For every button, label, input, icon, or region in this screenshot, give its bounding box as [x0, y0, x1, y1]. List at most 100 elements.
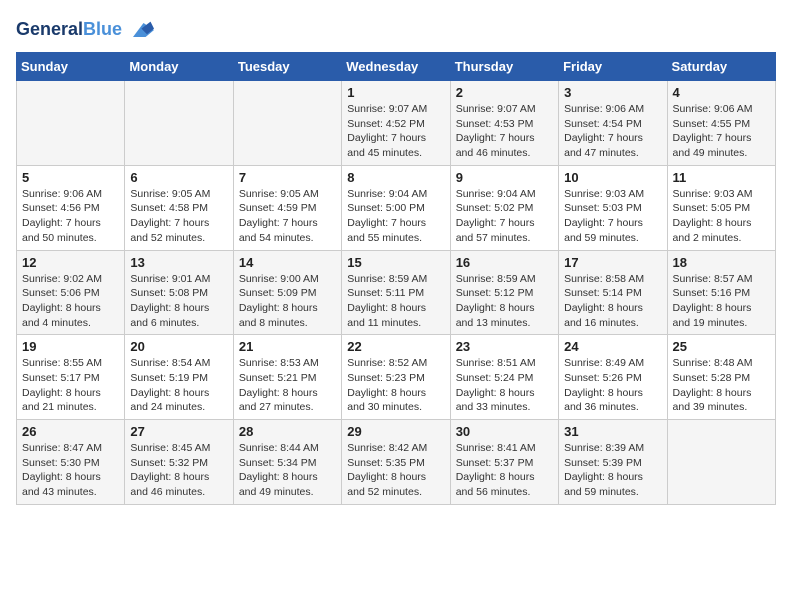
- calendar-cell: 10 Sunrise: 9:03 AM Sunset: 5:03 PM Dayli…: [559, 165, 667, 250]
- calendar-cell: 2 Sunrise: 9:07 AM Sunset: 4:53 PM Daylig…: [450, 81, 558, 166]
- calendar-cell: 11 Sunrise: 9:03 AM Sunset: 5:05 PM Dayli…: [667, 165, 775, 250]
- day-info: Sunrise: 8:55 AM Sunset: 5:17 PM Dayligh…: [22, 356, 119, 415]
- calendar-cell: 27Sunrise: 8:45 AM Sunset: 5:32 PM Dayli…: [125, 420, 233, 505]
- day-number: 16: [456, 255, 553, 270]
- day-info: Sunrise: 9:06 AM Sunset: 4:56 PM Dayligh…: [22, 187, 119, 246]
- day-info: Sunrise: 9:06 AM Sunset: 4:54 PM Dayligh…: [564, 102, 661, 161]
- calendar-cell: 8 Sunrise: 9:04 AM Sunset: 5:00 PM Daylig…: [342, 165, 450, 250]
- day-number: 29: [347, 424, 444, 439]
- calendar-cell: 5 Sunrise: 9:06 AM Sunset: 4:56 PM Daylig…: [17, 165, 125, 250]
- day-info: Sunrise: 9:02 AM Sunset: 5:06 PM Dayligh…: [22, 272, 119, 331]
- weekday-header: Tuesday: [233, 53, 341, 81]
- calendar-cell: 28 Sunrise: 8:44 AM Sunset: 5:34 PM Dayli…: [233, 420, 341, 505]
- logo-icon: [126, 16, 154, 44]
- calendar-cell: 1 Sunrise: 9:07 AM Sunset: 4:52 PM Daylig…: [342, 81, 450, 166]
- page-header: GeneralBlue: [16, 16, 776, 44]
- day-info: Sunrise: 9:03 AM Sunset: 5:05 PM Dayligh…: [673, 187, 770, 246]
- calendar-cell: 9Sunrise: 9:04 AM Sunset: 5:02 PM Daylig…: [450, 165, 558, 250]
- calendar-cell: 16 Sunrise: 8:59 AM Sunset: 5:12 PM Dayli…: [450, 250, 558, 335]
- day-info: Sunrise: 8:52 AM Sunset: 5:23 PM Dayligh…: [347, 356, 444, 415]
- day-info: Sunrise: 8:57 AM Sunset: 5:16 PM Dayligh…: [673, 272, 770, 331]
- day-info: Sunrise: 9:05 AM Sunset: 4:58 PM Dayligh…: [130, 187, 227, 246]
- weekday-header: Friday: [559, 53, 667, 81]
- calendar-cell: 14 Sunrise: 9:00 AM Sunset: 5:09 PM Dayli…: [233, 250, 341, 335]
- day-number: 7: [239, 170, 336, 185]
- calendar-cell: 12 Sunrise: 9:02 AM Sunset: 5:06 PM Dayli…: [17, 250, 125, 335]
- day-number: 4: [673, 85, 770, 100]
- logo-text: GeneralBlue: [16, 20, 122, 40]
- calendar-cell: 15Sunrise: 8:59 AM Sunset: 5:11 PM Dayli…: [342, 250, 450, 335]
- day-info: Sunrise: 9:03 AM Sunset: 5:03 PM Dayligh…: [564, 187, 661, 246]
- day-info: Sunrise: 8:45 AM Sunset: 5:32 PM Dayligh…: [130, 441, 227, 500]
- logo: GeneralBlue: [16, 16, 154, 44]
- day-number: 23: [456, 339, 553, 354]
- calendar-cell: 18 Sunrise: 8:57 AM Sunset: 5:16 PM Dayli…: [667, 250, 775, 335]
- calendar-cell: 26Sunrise: 8:47 AM Sunset: 5:30 PM Dayli…: [17, 420, 125, 505]
- day-info: Sunrise: 8:59 AM Sunset: 5:12 PM Dayligh…: [456, 272, 553, 331]
- day-info: Sunrise: 9:04 AM Sunset: 5:00 PM Dayligh…: [347, 187, 444, 246]
- day-info: Sunrise: 8:44 AM Sunset: 5:34 PM Dayligh…: [239, 441, 336, 500]
- day-info: Sunrise: 8:49 AM Sunset: 5:26 PM Dayligh…: [564, 356, 661, 415]
- calendar-cell: 7 Sunrise: 9:05 AM Sunset: 4:59 PM Daylig…: [233, 165, 341, 250]
- day-number: 20: [130, 339, 227, 354]
- day-number: 22: [347, 339, 444, 354]
- calendar-week-row: 12 Sunrise: 9:02 AM Sunset: 5:06 PM Dayli…: [17, 250, 776, 335]
- day-info: Sunrise: 9:00 AM Sunset: 5:09 PM Dayligh…: [239, 272, 336, 331]
- day-info: Sunrise: 9:04 AM Sunset: 5:02 PM Dayligh…: [456, 187, 553, 246]
- calendar-cell: 20Sunrise: 8:54 AM Sunset: 5:19 PM Dayli…: [125, 335, 233, 420]
- calendar-cell: 13 Sunrise: 9:01 AM Sunset: 5:08 PM Dayli…: [125, 250, 233, 335]
- calendar-cell: 17 Sunrise: 8:58 AM Sunset: 5:14 PM Dayli…: [559, 250, 667, 335]
- calendar-cell: 25 Sunrise: 8:48 AM Sunset: 5:28 PM Dayli…: [667, 335, 775, 420]
- calendar-cell: 21 Sunrise: 8:53 AM Sunset: 5:21 PM Dayli…: [233, 335, 341, 420]
- day-info: Sunrise: 8:39 AM Sunset: 5:39 PM Dayligh…: [564, 441, 661, 500]
- calendar-cell: [667, 420, 775, 505]
- day-info: Sunrise: 9:01 AM Sunset: 5:08 PM Dayligh…: [130, 272, 227, 331]
- calendar-week-row: 5 Sunrise: 9:06 AM Sunset: 4:56 PM Daylig…: [17, 165, 776, 250]
- day-number: 8: [347, 170, 444, 185]
- day-info: Sunrise: 8:48 AM Sunset: 5:28 PM Dayligh…: [673, 356, 770, 415]
- calendar-cell: 22 Sunrise: 8:52 AM Sunset: 5:23 PM Dayli…: [342, 335, 450, 420]
- weekday-header: Monday: [125, 53, 233, 81]
- day-number: 21: [239, 339, 336, 354]
- day-info: Sunrise: 8:42 AM Sunset: 5:35 PM Dayligh…: [347, 441, 444, 500]
- day-info: Sunrise: 8:51 AM Sunset: 5:24 PM Dayligh…: [456, 356, 553, 415]
- day-info: Sunrise: 8:58 AM Sunset: 5:14 PM Dayligh…: [564, 272, 661, 331]
- day-info: Sunrise: 8:47 AM Sunset: 5:30 PM Dayligh…: [22, 441, 119, 500]
- calendar-week-row: 19Sunrise: 8:55 AM Sunset: 5:17 PM Dayli…: [17, 335, 776, 420]
- day-info: Sunrise: 9:06 AM Sunset: 4:55 PM Dayligh…: [673, 102, 770, 161]
- day-number: 18: [673, 255, 770, 270]
- calendar-table: SundayMondayTuesdayWednesdayThursdayFrid…: [16, 52, 776, 505]
- day-number: 25: [673, 339, 770, 354]
- day-number: 6: [130, 170, 227, 185]
- day-number: 28: [239, 424, 336, 439]
- day-number: 12: [22, 255, 119, 270]
- day-number: 2: [456, 85, 553, 100]
- day-number: 5: [22, 170, 119, 185]
- calendar-cell: 23 Sunrise: 8:51 AM Sunset: 5:24 PM Dayli…: [450, 335, 558, 420]
- day-info: Sunrise: 9:07 AM Sunset: 4:52 PM Dayligh…: [347, 102, 444, 161]
- day-info: Sunrise: 8:53 AM Sunset: 5:21 PM Dayligh…: [239, 356, 336, 415]
- calendar-cell: [125, 81, 233, 166]
- day-number: 30: [456, 424, 553, 439]
- day-number: 17: [564, 255, 661, 270]
- calendar-cell: [233, 81, 341, 166]
- calendar-cell: 29 Sunrise: 8:42 AM Sunset: 5:35 PM Dayli…: [342, 420, 450, 505]
- weekday-header: Thursday: [450, 53, 558, 81]
- day-number: 31: [564, 424, 661, 439]
- calendar-week-row: 26Sunrise: 8:47 AM Sunset: 5:30 PM Dayli…: [17, 420, 776, 505]
- calendar-header-row: SundayMondayTuesdayWednesdayThursdayFrid…: [17, 53, 776, 81]
- day-number: 13: [130, 255, 227, 270]
- day-info: Sunrise: 9:07 AM Sunset: 4:53 PM Dayligh…: [456, 102, 553, 161]
- weekday-header: Sunday: [17, 53, 125, 81]
- calendar-cell: 6 Sunrise: 9:05 AM Sunset: 4:58 PM Daylig…: [125, 165, 233, 250]
- calendar-cell: [17, 81, 125, 166]
- day-number: 14: [239, 255, 336, 270]
- day-info: Sunrise: 9:05 AM Sunset: 4:59 PM Dayligh…: [239, 187, 336, 246]
- day-number: 10: [564, 170, 661, 185]
- calendar-body: 1 Sunrise: 9:07 AM Sunset: 4:52 PM Daylig…: [17, 81, 776, 505]
- day-number: 1: [347, 85, 444, 100]
- day-number: 11: [673, 170, 770, 185]
- day-number: 3: [564, 85, 661, 100]
- day-info: Sunrise: 8:59 AM Sunset: 5:11 PM Dayligh…: [347, 272, 444, 331]
- calendar-cell: 3 Sunrise: 9:06 AM Sunset: 4:54 PM Daylig…: [559, 81, 667, 166]
